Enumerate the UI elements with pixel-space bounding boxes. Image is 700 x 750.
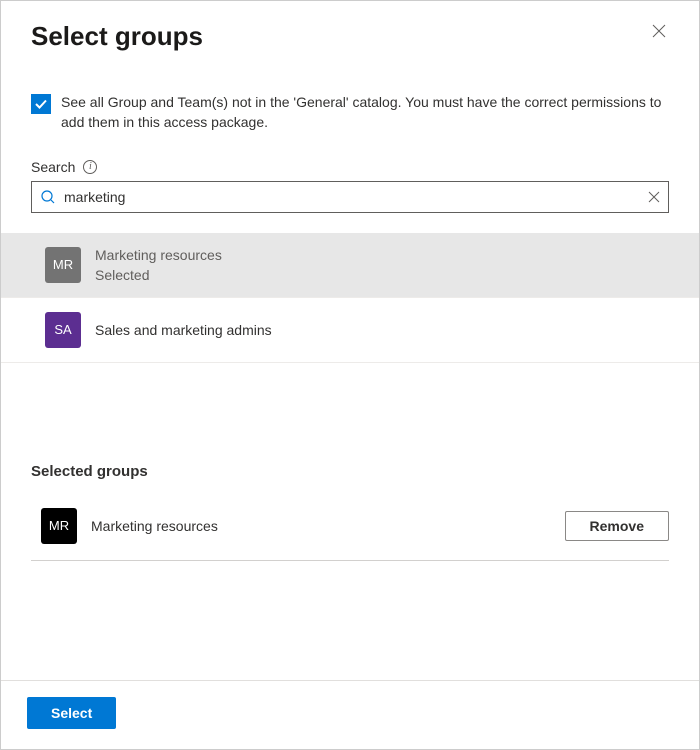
search-label-row: Search i	[31, 159, 669, 175]
result-row-sales-admins[interactable]: SA Sales and marketing admins	[1, 298, 699, 363]
avatar: MR	[41, 508, 77, 544]
search-box[interactable]	[31, 181, 669, 213]
close-icon	[651, 23, 667, 39]
clear-search-icon[interactable]	[648, 191, 660, 203]
result-name: Marketing resources	[95, 247, 222, 263]
see-all-checkbox-row: See all Group and Team(s) not in the 'Ge…	[31, 92, 669, 133]
see-all-checkbox-label: See all Group and Team(s) not in the 'Ge…	[61, 92, 669, 133]
see-all-checkbox[interactable]	[31, 94, 51, 114]
selected-groups-list: MR Marketing resources Remove	[31, 498, 669, 561]
remove-button[interactable]: Remove	[565, 511, 669, 541]
checkmark-icon	[34, 97, 48, 111]
search-icon	[40, 189, 56, 205]
selected-groups-heading: Selected groups	[31, 463, 669, 480]
avatar: MR	[45, 247, 81, 283]
panel-content: Select groups See all Group and Team(s) …	[1, 1, 699, 680]
result-text: Marketing resources Selected	[95, 247, 222, 283]
selected-name: Marketing resources	[91, 518, 551, 534]
avatar: SA	[45, 312, 81, 348]
search-label: Search	[31, 159, 75, 175]
select-button[interactable]: Select	[27, 697, 116, 729]
result-row-marketing-resources[interactable]: MR Marketing resources Selected	[1, 233, 699, 298]
search-input[interactable]	[64, 189, 640, 205]
panel-header: Select groups	[31, 21, 669, 52]
search-results: MR Marketing resources Selected SA Sales…	[1, 233, 699, 363]
select-groups-panel: Select groups See all Group and Team(s) …	[0, 0, 700, 750]
result-name: Sales and marketing admins	[95, 322, 272, 338]
result-text: Sales and marketing admins	[95, 322, 272, 338]
result-subtitle: Selected	[95, 267, 222, 283]
panel-title: Select groups	[31, 21, 203, 52]
close-button[interactable]	[649, 21, 669, 44]
panel-footer: Select	[1, 680, 699, 749]
selected-row-marketing-resources: MR Marketing resources Remove	[31, 498, 669, 561]
info-icon[interactable]: i	[83, 160, 97, 174]
